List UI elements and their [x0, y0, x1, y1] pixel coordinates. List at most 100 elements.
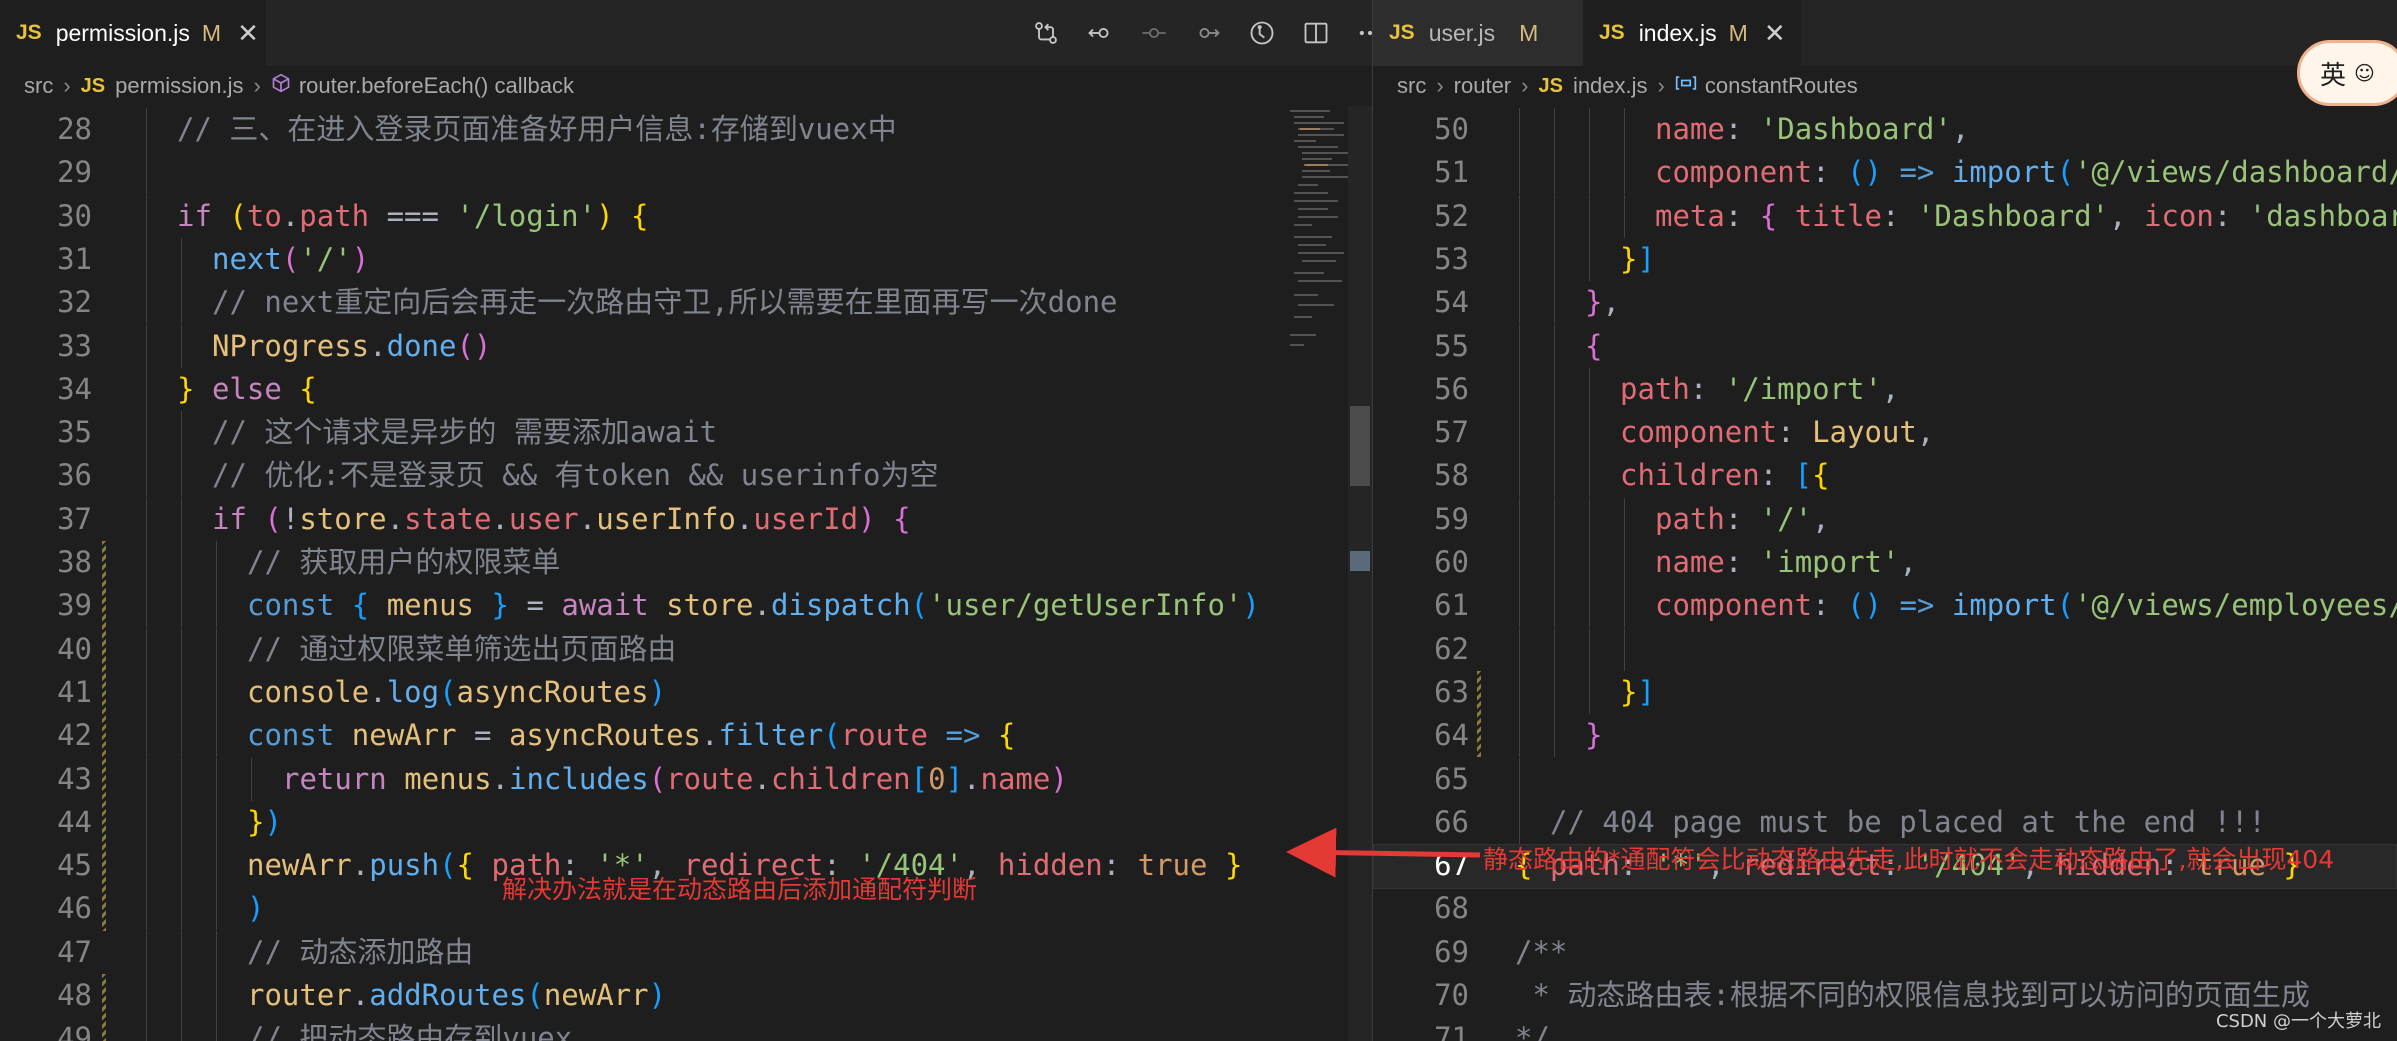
breadcrumb-symbol[interactable]: router.beforeEach() callback — [299, 73, 574, 99]
close-tab-icon[interactable]: ✕ — [1764, 18, 1786, 49]
code-line[interactable]: 28 // 三、在进入登录页面准备好用户信息:存储到vuex中 — [0, 108, 1372, 151]
indent-guide — [1624, 541, 1625, 584]
code-line[interactable]: 36 // 优化:不是登录页 && 有token && userinfo为空 — [0, 454, 1372, 498]
scrollbar-thumb[interactable] — [1350, 406, 1370, 486]
code-line[interactable]: 50 name: 'Dashboard', — [1373, 108, 2397, 151]
close-tab-icon[interactable]: ✕ — [237, 18, 259, 49]
code-line[interactable]: 34} else { — [0, 367, 1372, 411]
indent-guide — [146, 151, 147, 195]
breadcrumb-folder[interactable]: src — [24, 73, 53, 99]
indent-guide — [1589, 108, 1590, 151]
code-line[interactable]: 57 component: Layout, — [1373, 411, 2397, 455]
code-line[interactable]: 48 router.addRoutes(newArr) — [0, 974, 1372, 1017]
code-line[interactable]: 55 { — [1373, 324, 2397, 368]
go-back-icon[interactable] — [1086, 19, 1114, 47]
indent-guide — [146, 627, 147, 671]
breadcrumb-file[interactable]: permission.js — [115, 73, 243, 99]
code-token: userInfo — [596, 501, 736, 536]
indent-guide — [1554, 281, 1555, 325]
code-line[interactable]: 44}) — [0, 800, 1372, 844]
tab-user-js[interactable]: JS user.js M — [1373, 0, 1583, 66]
code-token: */ — [1515, 1021, 1550, 1041]
indent-guide — [1519, 411, 1520, 455]
code-line[interactable]: 35 // 这个请求是异步的 需要添加await — [0, 411, 1372, 455]
code-line[interactable]: 39 const { menus } = await store.dispatch… — [0, 584, 1372, 628]
code-editor-right[interactable]: 50 name: 'Dashboard', 51 component: () => i… — [1373, 106, 2397, 1041]
code-line[interactable]: 31 next('/') — [0, 237, 1372, 281]
indent-guide — [146, 757, 147, 801]
code-line[interactable]: 64} — [1373, 714, 2397, 758]
code-line[interactable]: 59 path: '/', — [1373, 497, 2397, 541]
breadcrumb-symbol[interactable]: constantRoutes — [1705, 73, 1858, 99]
split-editor-icon[interactable] — [1302, 19, 1330, 47]
indent-guide — [181, 800, 182, 844]
code-line[interactable]: 69 /** — [1373, 931, 2397, 974]
code-token: { — [1812, 458, 1830, 493]
breadcrumb-file[interactable]: index.js — [1573, 73, 1648, 99]
code-line[interactable]: 65 — [1373, 757, 2397, 801]
code-token: state — [404, 501, 492, 536]
code-line[interactable]: 66 // 404 page must be placed at the end … — [1373, 800, 2397, 844]
line-number: 44 — [57, 804, 92, 839]
code-line[interactable]: 54}, — [1373, 281, 2397, 325]
line-number: 30 — [57, 198, 92, 233]
code-line[interactable]: 53}] — [1373, 237, 2397, 281]
indent-guide — [216, 887, 217, 931]
code-token: newArr — [247, 848, 352, 883]
tab-permission-js[interactable]: JS permission.js M ✕ — [0, 0, 266, 66]
code-token: 'dashboard' — [2248, 198, 2397, 233]
code-line[interactable]: 29 — [0, 151, 1372, 195]
source-control-icon[interactable] — [1032, 19, 1060, 47]
code-token: // 把动态路由存到vuex — [247, 1021, 573, 1041]
tab-index-js[interactable]: JS index.js M ✕ — [1583, 0, 1801, 66]
code-line[interactable]: 62 — [1373, 627, 2397, 671]
breadcrumb-folder[interactable]: src — [1397, 73, 1426, 99]
line-number: 32 — [57, 285, 92, 320]
right-tab-bar: JS user.js M JS index.js M ✕ — [1373, 0, 2397, 66]
code-line[interactable]: 49 // 把动态路由存到vuex — [0, 1017, 1372, 1041]
circle-dot-icon[interactable] — [1140, 19, 1168, 47]
code-line[interactable]: 42 const newArr = asyncRoutes.filter(rout… — [0, 714, 1372, 758]
breadcrumb-folder[interactable]: router — [1454, 73, 1511, 99]
ime-language-badge[interactable]: 英 ☺ — [2297, 40, 2397, 106]
indent-guide — [1554, 584, 1555, 628]
timeline-icon[interactable] — [1248, 19, 1276, 47]
indent-guide — [1519, 714, 1520, 758]
code-line[interactable]: 38 // 获取用户的权限菜单 — [0, 541, 1372, 584]
code-text: } — [1585, 714, 1602, 757]
more-actions-icon[interactable] — [1356, 19, 1372, 47]
code-line[interactable]: 47 // 动态添加路由 — [0, 930, 1372, 974]
code-line[interactable]: 60 name: 'import', — [1373, 541, 2397, 584]
code-line[interactable]: 30 if (to.path === '/login') { — [0, 194, 1372, 238]
code-line[interactable]: 37 if (!store.state.user.userInfo.userId)… — [0, 497, 1372, 541]
code-line[interactable]: 33 NProgress.done() — [0, 324, 1372, 368]
line-number: 57 — [1434, 415, 1469, 450]
go-forward-icon[interactable] — [1194, 19, 1222, 47]
code-line[interactable]: 51 component: () => import('@/views/dashb… — [1373, 151, 2397, 195]
code-line[interactable]: 52 meta: { title: 'Dashboard', icon: 'das… — [1373, 194, 2397, 238]
code-token: newArr — [543, 978, 649, 1012]
code-line[interactable]: 43 return menus.includes(route.children[0… — [0, 757, 1372, 801]
code-line[interactable]: 32 // next重定向后会再走一次路由守卫,所以需要在里面再写一次done — [0, 281, 1372, 325]
code-line[interactable]: 63}] — [1373, 670, 2397, 714]
watermark: CSDN @一个大萝北 — [2215, 1011, 2381, 1032]
code-line[interactable]: 68 — [1373, 887, 2397, 930]
line-number: 62 — [1434, 631, 1469, 666]
line-number: 61 — [1434, 588, 1469, 623]
minimap[interactable] — [1286, 104, 1356, 374]
code-line[interactable]: 61 component: () => import('@/views/emplo… — [1373, 584, 2397, 628]
indent-guide — [181, 584, 182, 628]
code-text: } else { — [177, 368, 317, 411]
code-line[interactable]: 56 path: '/import', — [1373, 367, 2397, 411]
code-line[interactable]: 41 console.log(asyncRoutes) — [0, 670, 1372, 714]
code-line[interactable]: 40 // 通过权限菜单筛选出页面路由 — [0, 627, 1372, 671]
code-text: ) — [247, 887, 264, 930]
vertical-scrollbar[interactable] — [1348, 106, 1372, 1041]
code-line[interactable]: 58 children: [{ — [1373, 454, 2397, 498]
